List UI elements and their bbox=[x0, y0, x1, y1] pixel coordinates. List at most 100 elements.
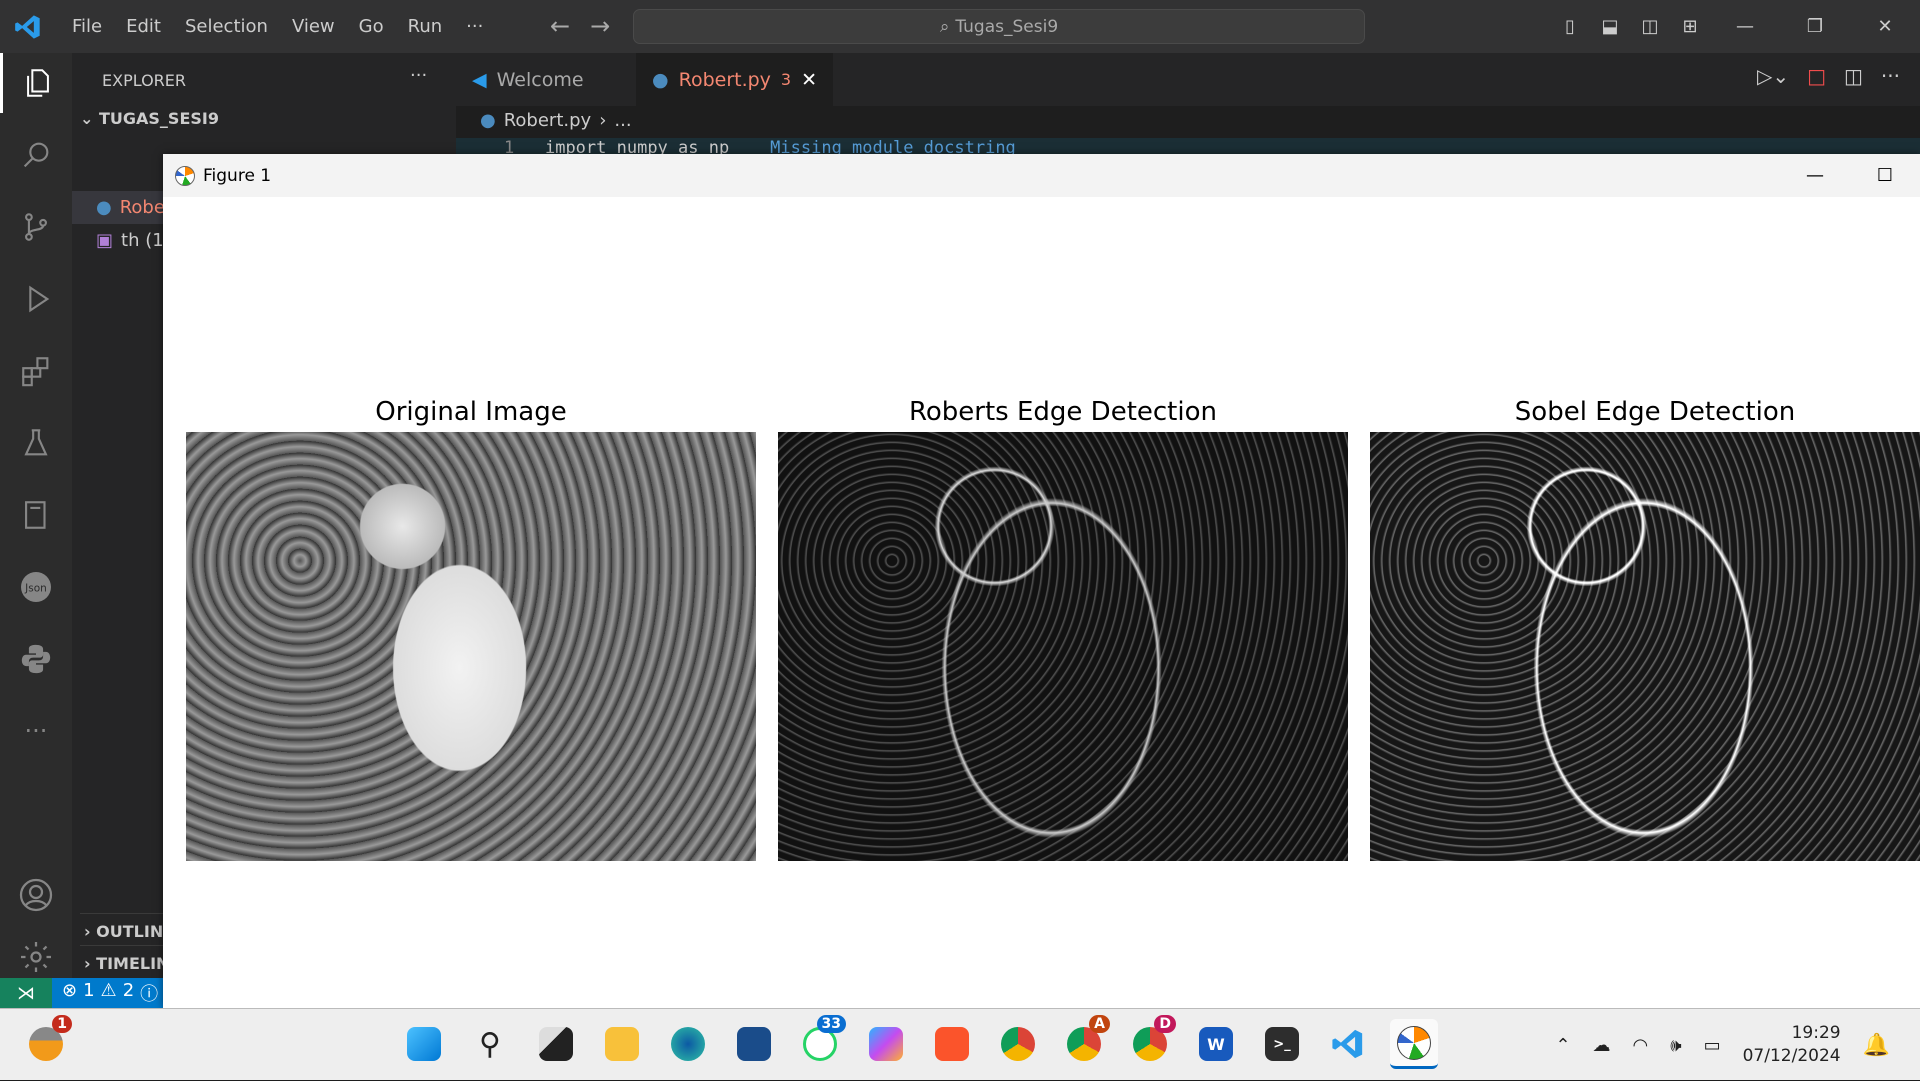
activity-bar: Json ··· bbox=[0, 53, 72, 978]
settings-gear-icon[interactable] bbox=[0, 937, 72, 977]
python-icon[interactable] bbox=[0, 629, 72, 689]
chrome-button[interactable] bbox=[994, 1019, 1042, 1069]
accounts-icon[interactable] bbox=[0, 865, 72, 925]
task-view-icon bbox=[539, 1027, 573, 1061]
maximize-button[interactable]: ☐ bbox=[1850, 165, 1920, 186]
weather-widget-icon[interactable]: 1 bbox=[22, 1015, 72, 1069]
toggle-sidebar-icon[interactable]: ▯ bbox=[1550, 16, 1590, 37]
menu-file[interactable]: File bbox=[60, 16, 114, 37]
run-python-file-icon[interactable]: ▷⌄ bbox=[1757, 64, 1789, 88]
sidebar-more-button[interactable]: ··· bbox=[410, 65, 427, 86]
toggle-secondary-sidebar-icon[interactable]: ◫ bbox=[1630, 16, 1670, 37]
figure-title: Figure 1 bbox=[203, 165, 272, 186]
breadcrumb-file[interactable]: Robert.py bbox=[504, 110, 591, 131]
warning-icon: ⚠ bbox=[100, 980, 117, 1001]
onedrive-icon[interactable]: ☁ bbox=[1593, 1035, 1611, 1056]
tab-label: Robert.py bbox=[678, 68, 771, 91]
whatsapp-button[interactable]: 33 bbox=[796, 1015, 846, 1069]
toggle-panel-icon[interactable]: ⬓ bbox=[1590, 16, 1630, 37]
notebook-icon[interactable] bbox=[0, 485, 72, 545]
edge-icon bbox=[671, 1027, 705, 1061]
search-button[interactable]: ⚲ bbox=[466, 1019, 514, 1069]
info-icon: ⓘ bbox=[140, 984, 159, 1005]
minimize-button[interactable]: — bbox=[1710, 16, 1780, 37]
customize-layout-icon[interactable]: ⊞ bbox=[1670, 16, 1710, 37]
python-file-icon: ● bbox=[652, 68, 669, 91]
menu-go[interactable]: Go bbox=[347, 16, 396, 37]
menu-more[interactable]: ··· bbox=[454, 16, 495, 37]
menu-selection[interactable]: Selection bbox=[173, 16, 280, 37]
chevron-right-icon: › bbox=[599, 110, 607, 131]
search-icon: ⚲ bbox=[479, 1026, 501, 1062]
file-name: th (1 bbox=[121, 230, 164, 251]
taskbar: 1 ⚲ 33 A D W >_ ⌃ ☁ ◠ 🕪 ▭ 19:29 07/12/202… bbox=[0, 1008, 1920, 1080]
menu-edit[interactable]: Edit bbox=[114, 16, 173, 37]
explorer-icon[interactable] bbox=[0, 53, 72, 113]
restore-button[interactable]: ❐ bbox=[1780, 16, 1850, 37]
windows-logo-icon bbox=[407, 1027, 441, 1061]
file-explorer-button[interactable] bbox=[598, 1019, 646, 1069]
image-file-icon: ▣ bbox=[96, 230, 114, 251]
notification-bell-icon[interactable]: 🔔 bbox=[1863, 1033, 1890, 1058]
more-actions-icon[interactable]: ··· bbox=[1881, 64, 1900, 88]
json-icon[interactable]: Json bbox=[0, 557, 72, 617]
breadcrumb-rest[interactable]: ... bbox=[614, 110, 631, 131]
tab-robert-py[interactable]: ● Robert.py 3 ✕ bbox=[636, 53, 834, 106]
whatsapp-badge: 33 bbox=[816, 1015, 846, 1033]
battery-icon[interactable]: ▭ bbox=[1704, 1035, 1721, 1056]
terminal-button[interactable]: >_ bbox=[1258, 1019, 1306, 1069]
edge-button[interactable] bbox=[664, 1019, 712, 1069]
run-debug-icon[interactable] bbox=[0, 269, 72, 329]
subplot-title-roberts: Roberts Edge Detection bbox=[908, 397, 1217, 427]
profile-badge: A bbox=[1089, 1015, 1110, 1033]
clock[interactable]: 19:29 07/12/2024 bbox=[1743, 1022, 1841, 1068]
chrome-profile-d-button[interactable]: D bbox=[1126, 1015, 1176, 1069]
task-view-button[interactable] bbox=[532, 1019, 580, 1069]
section-label: OUTLIN bbox=[96, 922, 164, 941]
matplotlib-button[interactable] bbox=[1390, 1019, 1438, 1069]
forward-arrow-icon[interactable]: → bbox=[590, 12, 610, 40]
python-file-icon: ● bbox=[480, 110, 496, 131]
start-button[interactable] bbox=[400, 1019, 448, 1069]
close-tab-icon[interactable]: ✕ bbox=[801, 69, 817, 91]
search-icon[interactable] bbox=[0, 125, 72, 185]
search-icon: ⌕ bbox=[939, 16, 950, 37]
split-editor-icon[interactable]: ◫ bbox=[1844, 64, 1863, 88]
copilot-icon bbox=[869, 1027, 903, 1061]
workspace-folder[interactable]: ⌄ TUGAS_SESI9 bbox=[80, 109, 219, 128]
more-views-icon[interactable]: ··· bbox=[0, 701, 72, 761]
matplotlib-figure-window: Figure 1 — ☐ Original Image Roberts Edge … bbox=[163, 154, 1920, 1008]
wifi-icon[interactable]: ◠ bbox=[1633, 1035, 1649, 1056]
chrome-profile-a-button[interactable]: A bbox=[1060, 1015, 1110, 1069]
remote-indicator-icon[interactable]: ⋊ bbox=[0, 978, 52, 1008]
show-hidden-icons-chevron-icon[interactable]: ⌃ bbox=[1555, 1035, 1570, 1056]
python-file-icon: ● bbox=[96, 197, 112, 218]
volume-icon[interactable]: 🕪 bbox=[1670, 1035, 1681, 1056]
store-button[interactable] bbox=[730, 1019, 778, 1069]
vscode-button[interactable] bbox=[1324, 1019, 1372, 1069]
stop-icon[interactable]: □ bbox=[1807, 64, 1826, 88]
vscode-logo-icon: ◀ bbox=[472, 68, 487, 91]
brave-button[interactable] bbox=[928, 1019, 976, 1069]
figure-title-bar: Figure 1 — ☐ bbox=[163, 154, 1920, 197]
folder-icon bbox=[605, 1027, 639, 1061]
copilot-button[interactable] bbox=[862, 1019, 910, 1069]
minimize-button[interactable]: — bbox=[1780, 165, 1850, 186]
back-arrow-icon[interactable]: ← bbox=[550, 12, 570, 40]
menu-view[interactable]: View bbox=[280, 16, 347, 37]
problems-indicator[interactable]: ⊗ 1 ⚠ 2 ⓘ bbox=[52, 980, 158, 1006]
extensions-icon[interactable] bbox=[0, 341, 72, 401]
source-control-icon[interactable] bbox=[0, 197, 72, 257]
tab-welcome[interactable]: ◀ Welcome bbox=[456, 53, 636, 106]
menu-run[interactable]: Run bbox=[396, 16, 455, 37]
command-center-search[interactable]: ⌕ Tugas_Sesi9 bbox=[633, 9, 1365, 44]
word-icon: W bbox=[1199, 1027, 1233, 1061]
chrome-icon bbox=[1001, 1027, 1035, 1061]
error-count: 1 bbox=[83, 980, 95, 1001]
word-button[interactable]: W bbox=[1192, 1019, 1240, 1069]
testing-icon[interactable] bbox=[0, 413, 72, 473]
title-bar: File Edit Selection View Go Run ··· ← → ⌕… bbox=[0, 0, 1920, 53]
vscode-logo-icon bbox=[1332, 1029, 1363, 1059]
close-button[interactable]: ✕ bbox=[1850, 16, 1920, 37]
subplot-title-original: Original Image bbox=[375, 397, 567, 427]
